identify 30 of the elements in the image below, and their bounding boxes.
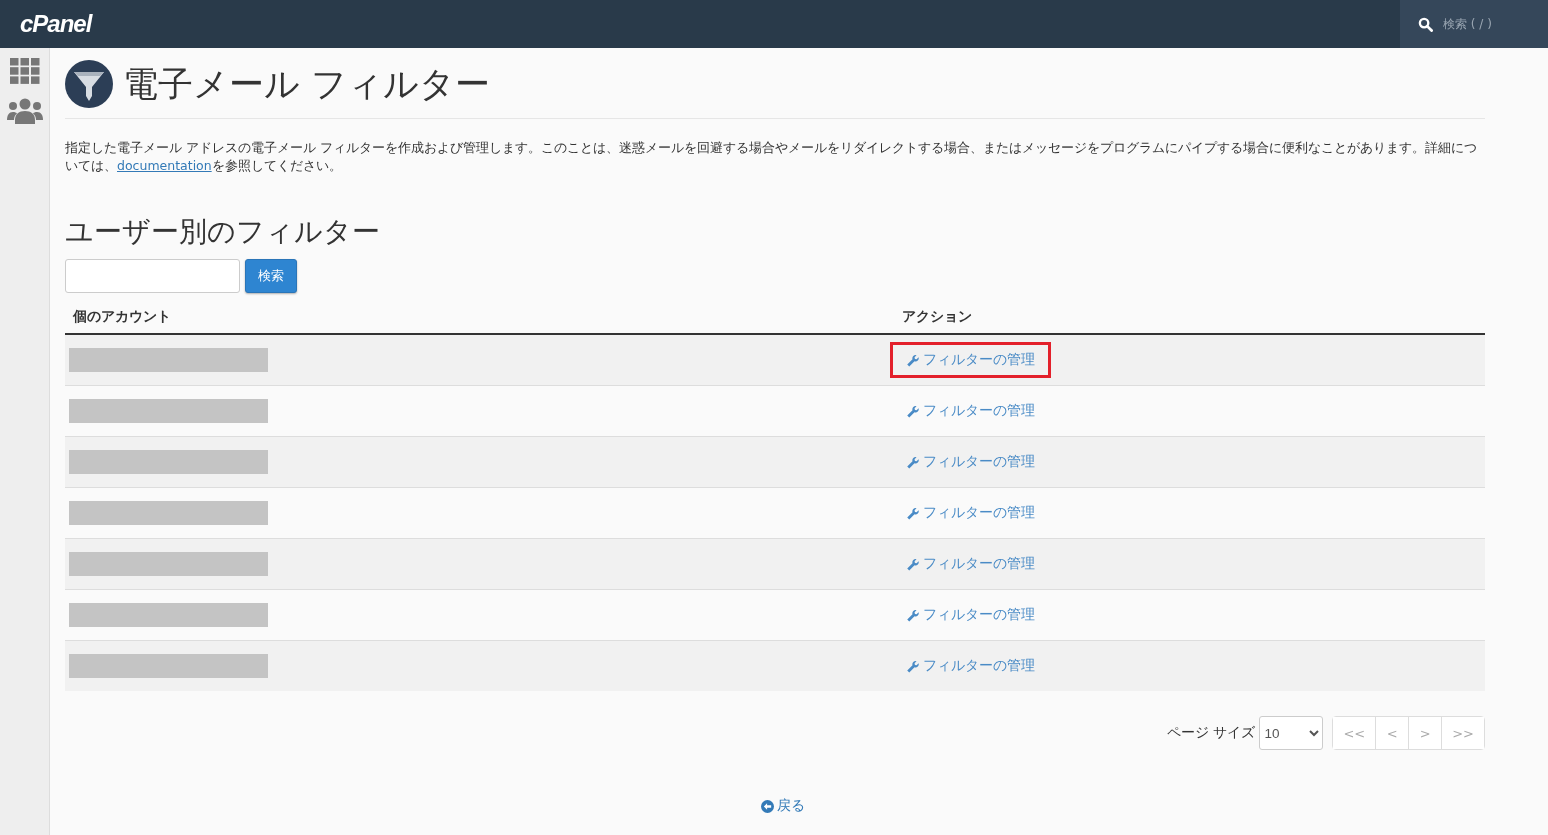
manage-filters-link[interactable]: フィルターの管理	[890, 597, 1051, 633]
users-icon[interactable]	[6, 98, 43, 124]
manage-filters-link[interactable]: フィルターの管理	[890, 648, 1051, 684]
page-description: 指定した電子メール アドレスの電子メール フィルターを作成および管理します。このことは、迷惑メールを回避する場合やメールをリダイレクトする場合、またはメッセージをプログラムにパイプする場合に便利なことがあります。詳細については、documentationを参照してください。	[65, 139, 1478, 175]
wrench-icon	[906, 404, 919, 418]
wrench-icon	[906, 659, 919, 673]
page-size-label: ページ サイズ	[1167, 724, 1256, 742]
funnel-icon	[65, 60, 113, 108]
search-icon	[1418, 16, 1433, 32]
search-field[interactable]	[65, 259, 240, 293]
section-title: ユーザー別のフィルター	[65, 214, 381, 250]
manage-filters-link[interactable]: フィルターの管理	[890, 546, 1051, 582]
wrench-icon	[906, 353, 919, 367]
logo[interactable]: cPanel	[20, 10, 92, 38]
search-field[interactable]: 検索 ( / )	[1400, 0, 1548, 48]
back-link[interactable]: 戻る	[761, 797, 805, 815]
wrench-icon	[906, 608, 919, 622]
page-title: 電子メール フィルター	[123, 62, 491, 106]
manage-filters-link[interactable]: フィルターの管理	[890, 444, 1051, 480]
wrench-icon	[906, 506, 919, 520]
documentation-link[interactable]: documentation	[117, 158, 212, 173]
wrench-icon	[906, 557, 919, 571]
search-button[interactable]: 検索	[245, 259, 297, 293]
page-size-select[interactable]: 10	[1259, 716, 1324, 750]
manage-filters-link[interactable]: フィルターの管理	[890, 495, 1051, 531]
manage-filters-link[interactable]: フィルターの管理	[890, 342, 1051, 378]
grid-icon[interactable]	[9, 58, 40, 84]
back-arrow-icon	[761, 799, 774, 813]
wrench-icon	[906, 455, 919, 469]
manage-filters-link[interactable]: フィルターの管理	[890, 393, 1051, 429]
